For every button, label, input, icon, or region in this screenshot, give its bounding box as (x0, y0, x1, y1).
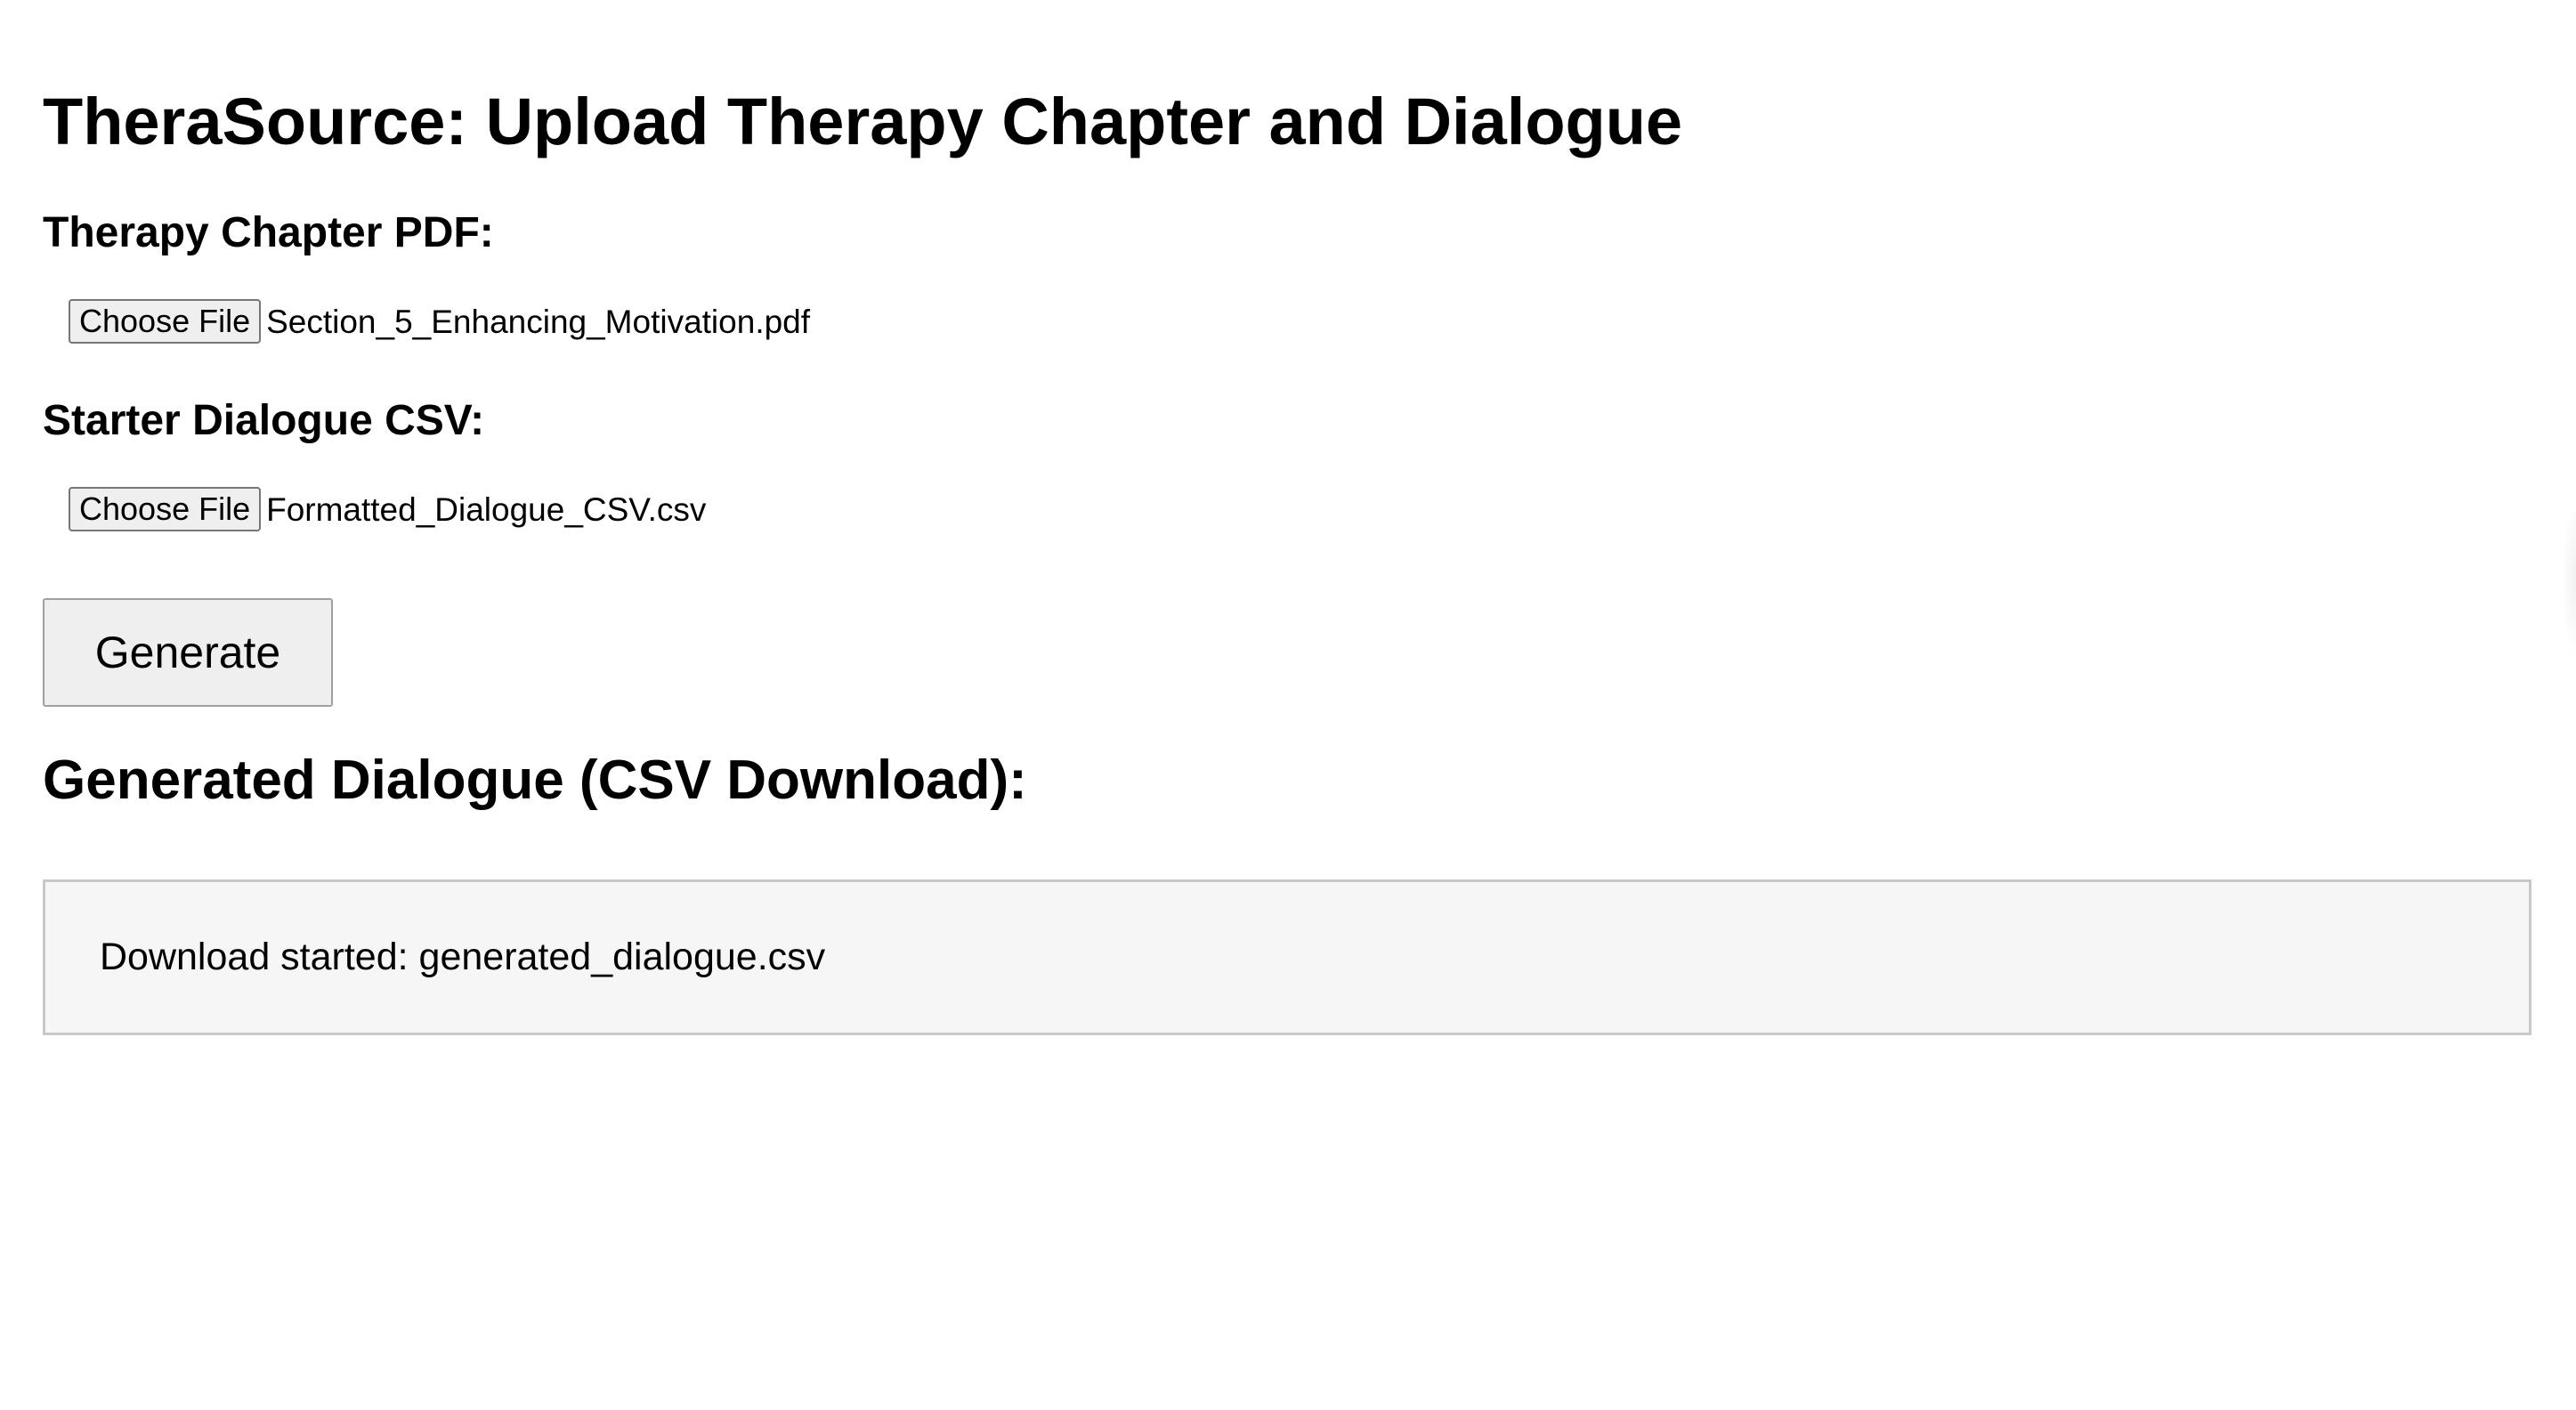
choose-pdf-file-button[interactable]: Choose File (69, 299, 262, 344)
choose-csv-file-button[interactable]: Choose File (69, 487, 262, 531)
download-status-text: Download started: generated_dialogue.csv (100, 936, 826, 978)
csv-file-name: Formatted_Dialogue_CSV.csv (266, 490, 707, 528)
pdf-file-input[interactable]: Choose File Section_5_Enhancing_Motivati… (69, 299, 810, 344)
page-title: TheraSource: Upload Therapy Chapter and … (43, 85, 1683, 158)
csv-upload-label: Starter Dialogue CSV: (43, 397, 485, 444)
download-status-box: Download started: generated_dialogue.csv (43, 879, 2531, 1035)
edge-shadow (2562, 498, 2576, 659)
result-heading: Generated Dialogue (CSV Download): (43, 750, 1027, 811)
page: TheraSource: Upload Therapy Chapter and … (0, 0, 2576, 1410)
generate-button[interactable]: Generate (43, 598, 333, 707)
pdf-upload-label: Therapy Chapter PDF: (43, 209, 494, 256)
csv-file-input[interactable]: Choose File Formatted_Dialogue_CSV.csv (69, 487, 706, 531)
pdf-file-name: Section_5_Enhancing_Motivation.pdf (266, 303, 811, 340)
